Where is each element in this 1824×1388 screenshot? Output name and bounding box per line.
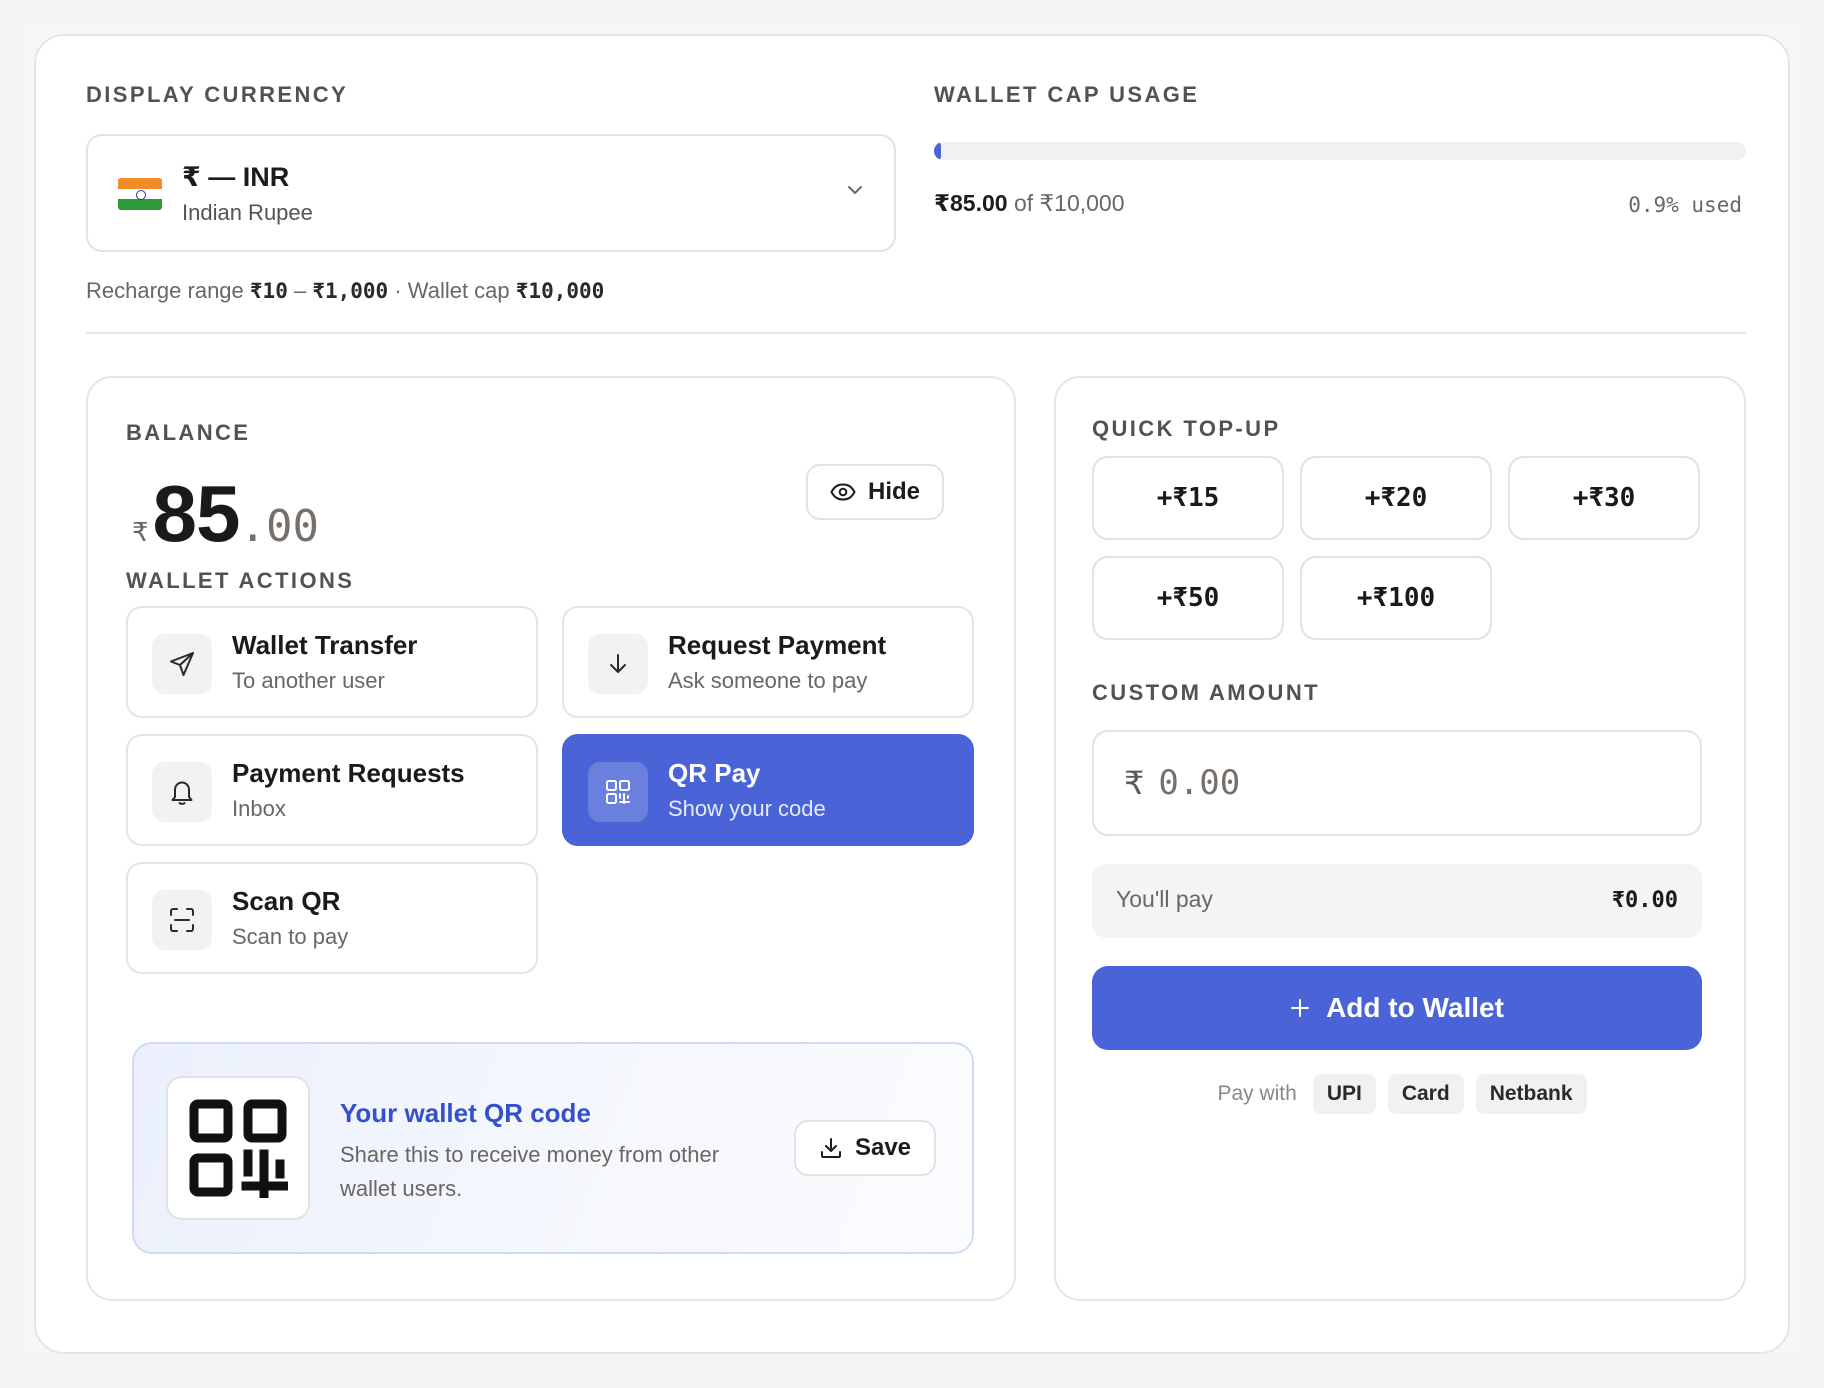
topup-panel: QUICK TOP-UP +₹15 +₹20 +₹30 +₹50 +₹100 C… — [1054, 376, 1746, 1301]
hide-balance-button[interactable]: Hide — [806, 464, 944, 520]
currency-code: ₹ — INR — [182, 162, 290, 192]
range-prefix: Recharge range — [86, 278, 244, 303]
topup-chip-100[interactable]: +₹100 — [1300, 556, 1492, 640]
pay-method-card: Card — [1387, 1074, 1464, 1114]
arrow-down-icon — [588, 634, 648, 694]
currency-select[interactable]: ₹ — INR Indian Rupee — [86, 134, 896, 252]
topup-chip-20[interactable]: +₹20 — [1300, 456, 1492, 540]
cap-progress-fill — [934, 142, 942, 160]
qr-code-icon — [189, 1099, 288, 1198]
scan-icon — [152, 890, 212, 950]
range-min: ₹10 — [249, 279, 288, 303]
recharge-range-note: Recharge range ₹10 – ₹1,000 · Wallet cap… — [86, 278, 604, 304]
download-icon — [820, 1138, 841, 1158]
wallet-card: DISPLAY CURRENCY ₹ — INR Indian Rupee Re… — [34, 34, 1790, 1354]
pay-summary-value: ₹0.00 — [1611, 888, 1678, 913]
currency-name: Indian Rupee — [182, 200, 313, 225]
qr-card-title: Your wallet QR code — [340, 1098, 591, 1128]
wallet-transfer-action[interactable]: Wallet Transfer To another user — [126, 606, 538, 718]
cap-used-amount: ₹85.00 — [934, 190, 1008, 216]
wallet-actions-label: WALLET ACTIONS — [126, 568, 355, 593]
wallet-qr-card: Your wallet QR code Share this to receiv… — [132, 1042, 974, 1254]
action-subtitle: Inbox — [232, 796, 286, 821]
range-dash: – — [293, 278, 307, 303]
quick-topup-label: QUICK TOP-UP — [1092, 416, 1281, 441]
action-title: Scan QR — [232, 886, 341, 916]
hide-label: Hide — [867, 478, 920, 505]
pay-with-row: Pay with UPI Card Netbank — [1056, 1074, 1748, 1114]
action-title: QR Pay — [668, 758, 761, 788]
topup-chip-50[interactable]: +₹50 — [1092, 556, 1284, 640]
wallet-cap-value: ₹10,000 — [515, 279, 605, 303]
balance-currency-symbol: ₹ — [132, 517, 149, 547]
pay-with-label: Pay with — [1217, 1082, 1297, 1105]
balance-integer: 85 — [152, 469, 241, 558]
pay-method-upi: UPI — [1312, 1074, 1376, 1114]
qr-card-description: Share this to receive money from other w… — [340, 1142, 720, 1201]
payment-requests-action[interactable]: Payment Requests Inbox — [126, 734, 538, 846]
action-subtitle: Scan to pay — [232, 924, 349, 949]
range-separator: · Wallet cap — [394, 278, 510, 303]
qr-icon — [588, 762, 648, 822]
request-payment-action[interactable]: Request Payment Ask someone to pay — [562, 606, 974, 718]
pay-method-netbank: Netbank — [1475, 1074, 1587, 1114]
wallet-cap-label: WALLET CAP USAGE — [934, 82, 1200, 107]
qr-pay-action[interactable]: QR Pay Show your code — [562, 734, 974, 846]
scan-qr-action[interactable]: Scan QR Scan to pay — [126, 862, 538, 974]
qr-code-image — [166, 1076, 310, 1220]
bell-icon — [152, 762, 212, 822]
pay-summary-label: You'll pay — [1116, 886, 1213, 912]
chevron-down-icon — [848, 186, 862, 194]
display-currency-label: DISPLAY CURRENCY — [86, 82, 349, 107]
amount-currency-symbol: ₹ — [1124, 765, 1145, 801]
pay-summary: You'll pay ₹0.00 — [1092, 864, 1702, 938]
save-qr-button[interactable]: Save — [794, 1120, 936, 1176]
topup-chip-30[interactable]: +₹30 — [1508, 456, 1700, 540]
action-subtitle: Show your code — [668, 796, 826, 821]
plus-icon — [1291, 999, 1310, 1017]
add-to-wallet-label: Add to Wallet — [1326, 992, 1504, 1023]
cap-amount-text: ₹85.00 of ₹10,000 — [934, 190, 1125, 217]
action-title: Wallet Transfer — [232, 630, 418, 660]
balance-panel: BALANCE ₹ 85 .00 Hide WALLET ACTIONS Wal… — [86, 376, 1016, 1301]
balance-label: BALANCE — [126, 420, 251, 445]
action-title: Request Payment — [668, 630, 887, 660]
eye-icon — [830, 483, 856, 501]
send-icon — [152, 634, 212, 694]
cap-progress-bar — [934, 142, 1746, 160]
india-flag-icon — [118, 178, 162, 210]
section-divider — [86, 332, 1746, 334]
add-to-wallet-button[interactable]: Add to Wallet — [1092, 966, 1702, 1050]
balance-decimal: .00 — [239, 501, 320, 552]
cap-used-percent: 0.9% used — [1628, 193, 1742, 217]
custom-amount-label: CUSTOM AMOUNT — [1092, 680, 1320, 705]
page-background: DISPLAY CURRENCY ₹ — INR Indian Rupee Re… — [24, 24, 1800, 1354]
custom-amount-field[interactable]: ₹ — [1092, 730, 1702, 836]
action-subtitle: To another user — [232, 668, 385, 693]
cap-total: of ₹10,000 — [1013, 190, 1125, 216]
custom-amount-input[interactable] — [1158, 763, 1559, 803]
action-title: Payment Requests — [232, 758, 465, 788]
save-label: Save — [854, 1134, 912, 1161]
range-max: ₹1,000 — [312, 279, 389, 303]
action-subtitle: Ask someone to pay — [668, 668, 868, 693]
balance-value: ₹ 85 .00 — [132, 468, 319, 560]
topup-chip-15[interactable]: +₹15 — [1092, 456, 1284, 540]
